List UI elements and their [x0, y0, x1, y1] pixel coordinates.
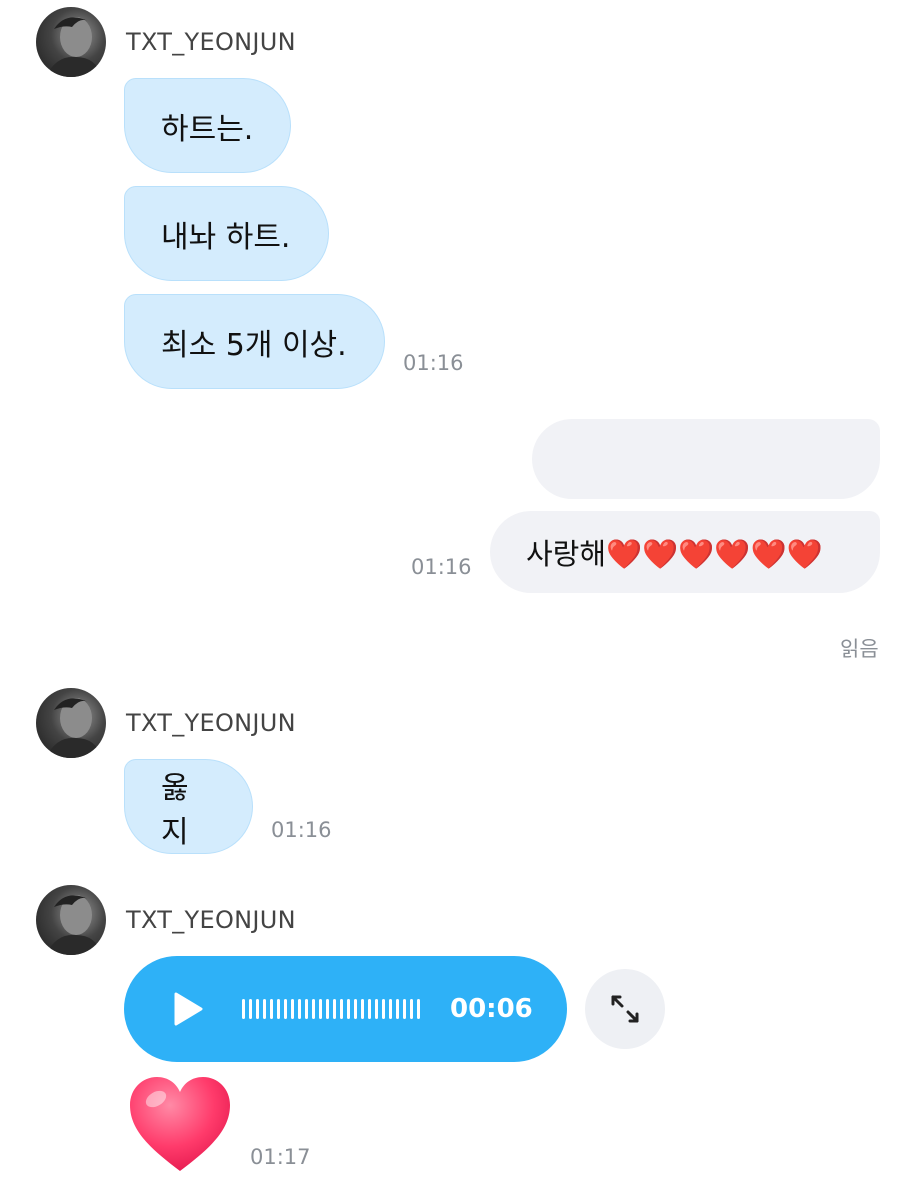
avatar[interactable] [36, 688, 106, 758]
message-bubble[interactable]: 내놔 하트. [124, 186, 329, 281]
avatar[interactable] [36, 885, 106, 955]
avatar[interactable] [36, 7, 106, 77]
message-text: 사랑해❤️❤️❤️❤️❤️❤️ [526, 537, 823, 571]
message-text: 하트는. [161, 111, 254, 147]
profile-photo [46, 17, 102, 77]
sender-name: TXT_YEONJUN [126, 906, 296, 934]
expand-icon [611, 995, 639, 1023]
timestamp: 01:16 [271, 818, 332, 842]
read-receipt: 읽음 [840, 637, 879, 661]
expand-button[interactable] [585, 969, 665, 1049]
outgoing-message-bubble-blank[interactable] [532, 419, 880, 499]
timestamp: 01:16 [403, 351, 464, 375]
sender-name: TXT_YEONJUN [126, 709, 296, 737]
outgoing-message-bubble[interactable]: 사랑해❤️❤️❤️❤️❤️❤️ [490, 511, 880, 593]
sender-name: TXT_YEONJUN [126, 28, 296, 56]
voice-duration: 00:06 [450, 994, 533, 1024]
message-text: 최소 5개 이상. [161, 327, 347, 363]
timestamp: 01:16 [411, 555, 472, 579]
timestamp: 01:17 [250, 1145, 311, 1169]
profile-photo [46, 895, 102, 955]
message-bubble[interactable]: 하트는. [124, 78, 291, 173]
play-icon [174, 992, 203, 1026]
voice-message-bubble[interactable]: 00:06 [124, 956, 567, 1062]
waveform[interactable] [242, 999, 420, 1019]
message-text: 옳지 [161, 770, 189, 850]
profile-photo [46, 698, 102, 758]
message-bubble[interactable]: 최소 5개 이상. [124, 294, 385, 389]
heart-sticker-icon [130, 1077, 230, 1171]
play-button[interactable] [172, 989, 206, 1029]
message-text: 내놔 하트. [161, 219, 291, 255]
message-bubble[interactable]: 옳지 [124, 759, 253, 854]
heart-sticker[interactable] [128, 1075, 232, 1175]
